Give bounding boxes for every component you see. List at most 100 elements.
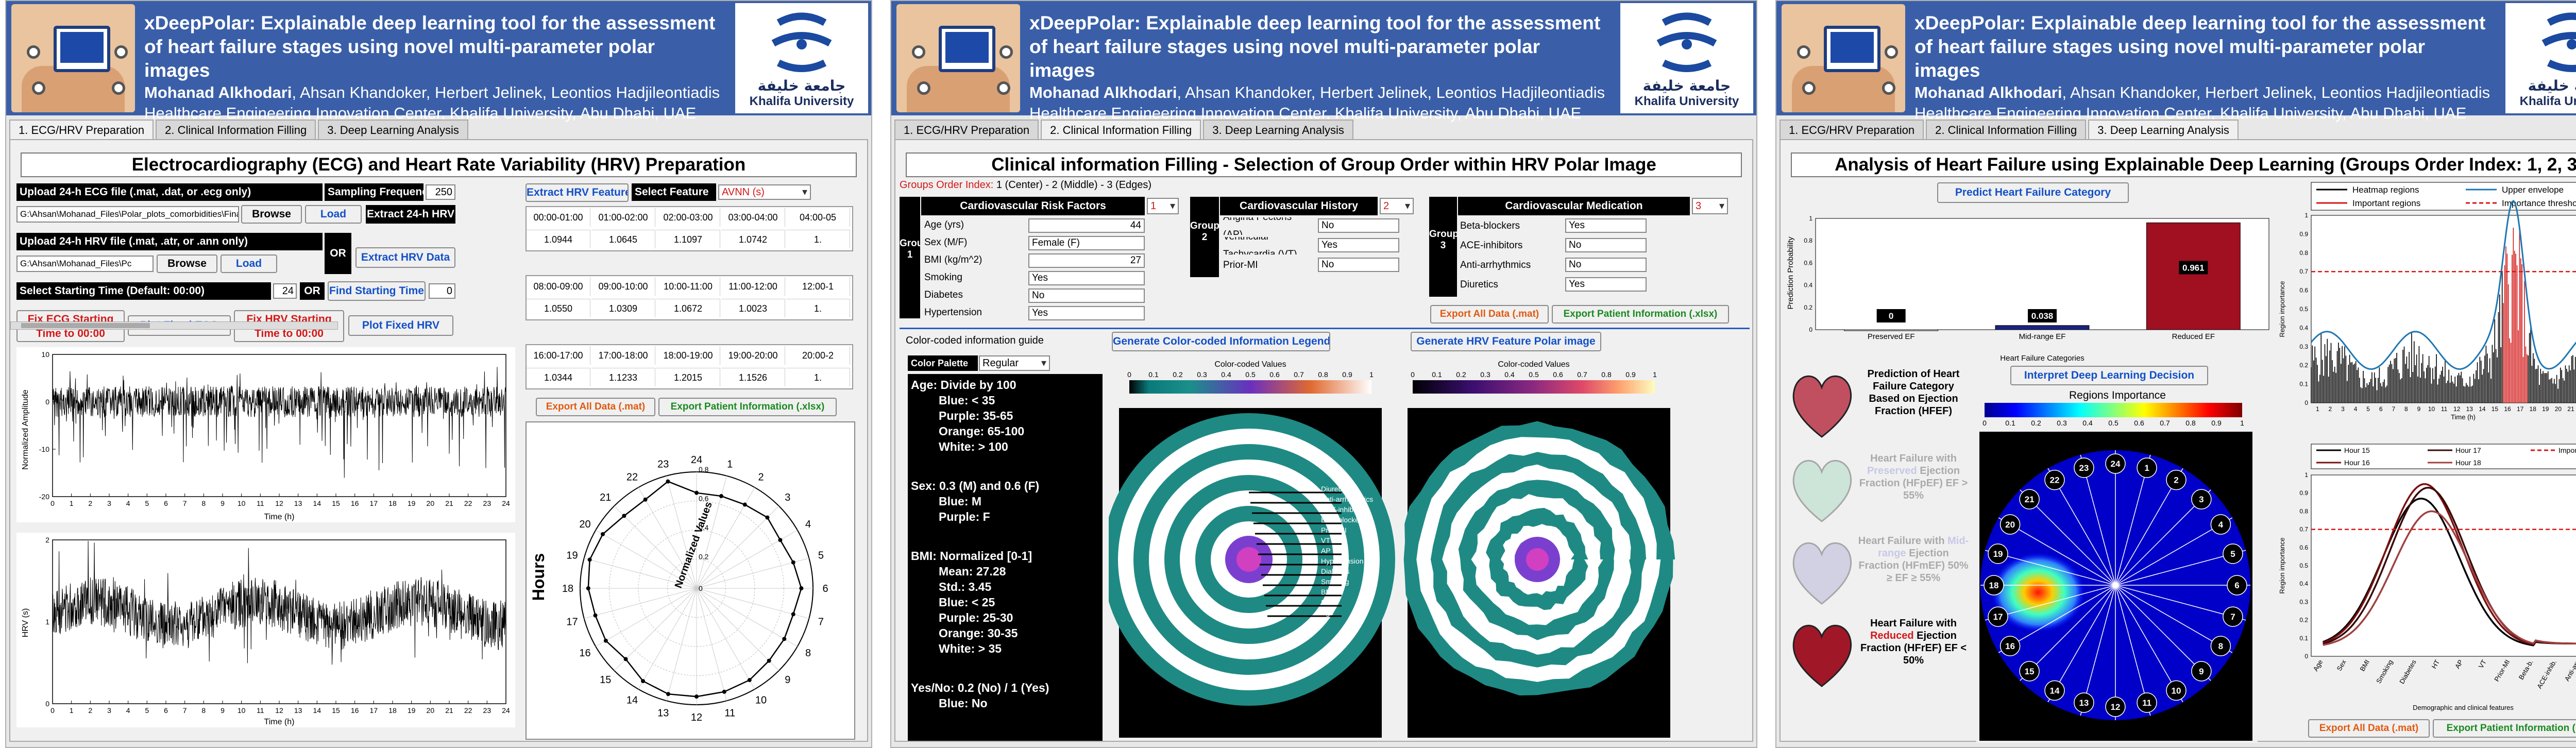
ecg-file-path[interactable]: G:\Ahsan\Mohanad_Files\Polar_plots_comor… <box>16 206 239 223</box>
tab-clinical-information[interactable]: 2. Clinical Information Filling <box>156 120 316 139</box>
feature-select[interactable]: AVNN (s) <box>718 184 811 200</box>
start-time-input[interactable]: 24 <box>273 283 297 299</box>
interpret-decision-button[interactable]: Interpret Deep Learning Decision <box>2010 366 2208 385</box>
table-cell: 1.0672 <box>656 299 720 317</box>
tab-deep-learning-analysis[interactable]: 3. Deep Learning Analysis <box>1203 120 1353 139</box>
imp1-ytick: 1 <box>2304 212 2308 219</box>
tab-ecg-hrv-preparation[interactable]: 1. ECG/HRV Preparation <box>894 120 1039 139</box>
load-ecg-button[interactable]: Load <box>305 205 362 224</box>
polar-hour-tick: 23 <box>657 459 669 470</box>
table-scrollbar[interactable] <box>10 321 338 330</box>
scrollbar-thumb[interactable] <box>21 323 150 328</box>
bar-value-label: 0.038 <box>2031 311 2054 321</box>
heatmap-hour-tick: 9 <box>2199 667 2204 676</box>
polar-hour-tick: 6 <box>822 583 828 594</box>
tab-clinical-information[interactable]: 2. Clinical Information Filling <box>1926 120 2087 139</box>
field-input[interactable]: No <box>1028 288 1145 303</box>
tab-clinical-information[interactable]: 2. Clinical Information Filling <box>1041 120 1201 139</box>
export-all-data-button[interactable]: Export All Data (.mat) <box>536 398 655 416</box>
polar-hour-tick: 13 <box>657 707 669 719</box>
sampling-frequency-input[interactable]: 250 <box>426 184 455 200</box>
bar-category-label: Reduced EF <box>2172 332 2215 341</box>
table-header-cell: 08:00-09:00 <box>527 277 590 296</box>
export-all-data-button[interactable]: Export All Data (.mat) <box>1430 305 1549 324</box>
color-palette-select[interactable]: Regular <box>979 355 1050 371</box>
heatmap-polar: 0 0.1 0.2 0.3 0.4 0.5 0.6 0.7 0.8 0.9 1 24 1 2 3 4 5 6 7 8 9… <box>1976 403 2258 743</box>
field-label: BMI (kg/m^2) <box>924 254 982 265</box>
extract-hrv-data-button[interactable]: Extract HRV Data <box>355 247 455 268</box>
imp1-xtick: 18 <box>2530 405 2537 413</box>
cv-history-header: Cardiovascular History <box>1220 197 1378 215</box>
hrv-xtick: 7 <box>183 706 187 715</box>
heatmap-hour-tick: 13 <box>2079 698 2089 708</box>
tab-deep-learning-analysis[interactable]: 3. Deep Learning Analysis <box>2088 120 2239 139</box>
colorbar-tick: 0.5 <box>1245 370 1256 379</box>
group-2-order-select[interactable]: 2 <box>1380 198 1414 214</box>
predict-hf-button[interactable]: Predict Heart Failure Category <box>1937 182 2129 203</box>
colorbar-title: Color-coded Values <box>1498 360 1569 369</box>
colorbar <box>1129 380 1371 394</box>
guide-heading: Yes/No: 0.2 (No) / 1 (Yes) <box>911 681 1049 694</box>
group-3-order-select[interactable]: 3 <box>1692 198 1728 214</box>
field-input[interactable]: No <box>1565 238 1647 252</box>
table-header-cell: 18:00-19:00 <box>656 346 720 365</box>
table-header-cell: 11:00-12:00 <box>721 277 785 296</box>
field-input[interactable]: Yes <box>1028 306 1145 320</box>
field-label: Diuretics <box>1460 279 1498 290</box>
regions-colorbar-tick: 1 <box>2240 419 2244 427</box>
extract-hrv-features-button[interactable]: Extract HRV Features <box>526 183 629 202</box>
group-3-label: Group 3 <box>1429 197 1457 297</box>
export-all-data-button[interactable]: Export All Data (.mat) <box>2308 719 2430 738</box>
generate-polar-button[interactable]: Generate HRV Feature Polar image <box>1411 332 1601 351</box>
polar-rtick: 0.2 <box>699 553 709 561</box>
heatmap-hour-tick: 7 <box>2230 612 2235 622</box>
university-logo: جامعة خليفة Khalifa University <box>1620 3 1753 113</box>
field-input[interactable]: 27 <box>1028 253 1145 268</box>
legend-ring-label: Anti-arrhythmics <box>1321 495 1373 503</box>
field-input[interactable]: No <box>1318 258 1399 272</box>
hrv-feature-table: 16:00-17:00 1.0344 17:00-18:00 1.1233 18:00-… <box>526 344 853 389</box>
field-input[interactable]: 44 <box>1028 218 1145 233</box>
colorbar-tick: 0.7 <box>1294 370 1304 379</box>
field-input[interactable]: No <box>1318 218 1399 233</box>
field-input[interactable]: No <box>1565 258 1647 272</box>
generate-legend-button[interactable]: Generate Color-coded Information Legend <box>1112 332 1330 351</box>
guide-title: Color-coded information guide <box>906 335 1044 346</box>
bar-value-label: 0.961 <box>2182 263 2205 273</box>
tab-deep-learning-analysis[interactable]: 3. Deep Learning Analysis <box>318 120 468 139</box>
field-input[interactable]: Yes <box>1565 218 1647 233</box>
find-starting-time-button[interactable]: Find Starting Time <box>328 281 426 301</box>
group-1-order-select[interactable]: 1 <box>1147 198 1179 214</box>
header-banner: xDeepPolar: Explainable deep learning to… <box>6 1 871 122</box>
table-cell: 1.0023 <box>721 299 785 317</box>
ecg-ytick: -20 <box>39 492 49 501</box>
imp2-xtick: BMI <box>2359 658 2371 673</box>
polar-point <box>722 689 726 694</box>
table-cell: 1.0550 <box>527 299 590 317</box>
legend-entry: Importance threshold <box>2502 198 2576 208</box>
polar-hour-tick: 22 <box>626 471 638 483</box>
field-input[interactable]: Female (F) <box>1028 236 1145 250</box>
hrv-file-path[interactable]: G:\Ahsan\Mohanad_Files\Pc <box>16 256 154 272</box>
field-input[interactable]: Yes <box>1318 238 1399 252</box>
export-patient-info-button[interactable]: Export Patient Information (.xlsx) <box>658 398 837 416</box>
field-input[interactable]: Yes <box>1565 277 1647 292</box>
export-patient-info-button[interactable]: Export Patient Information (.xlsx) <box>1552 305 1729 324</box>
field-input[interactable]: Yes <box>1028 271 1145 285</box>
colorbar-tick: 0.9 <box>1625 370 1636 379</box>
bar-ytick: 0.8 <box>1804 237 1812 244</box>
tab-ecg-hrv-preparation[interactable]: 1. ECG/HRV Preparation <box>1780 120 1924 139</box>
browse-hrv-button[interactable]: Browse <box>157 254 217 273</box>
patient-monitor-illustration <box>1782 4 1905 112</box>
university-logo: جامعة خليفة Khalifa University <box>2505 3 2576 113</box>
polar-point <box>742 502 747 507</box>
table-cell: 1.0742 <box>721 230 785 248</box>
hrv-xtick: 11 <box>257 706 264 715</box>
imp1-xtick: 13 <box>2466 405 2473 413</box>
plot-fixed-hrv-button[interactable]: Plot Fixed HRV <box>348 315 453 336</box>
tab-ecg-hrv-preparation[interactable]: 1. ECG/HRV Preparation <box>9 120 154 139</box>
export-patient-info-button[interactable]: Export Patient Information (.xlsx) <box>2433 719 2576 738</box>
imp1-ytick: 0.5 <box>2299 305 2308 313</box>
load-hrv-button[interactable]: Load <box>221 254 277 273</box>
browse-ecg-button[interactable]: Browse <box>241 205 302 224</box>
